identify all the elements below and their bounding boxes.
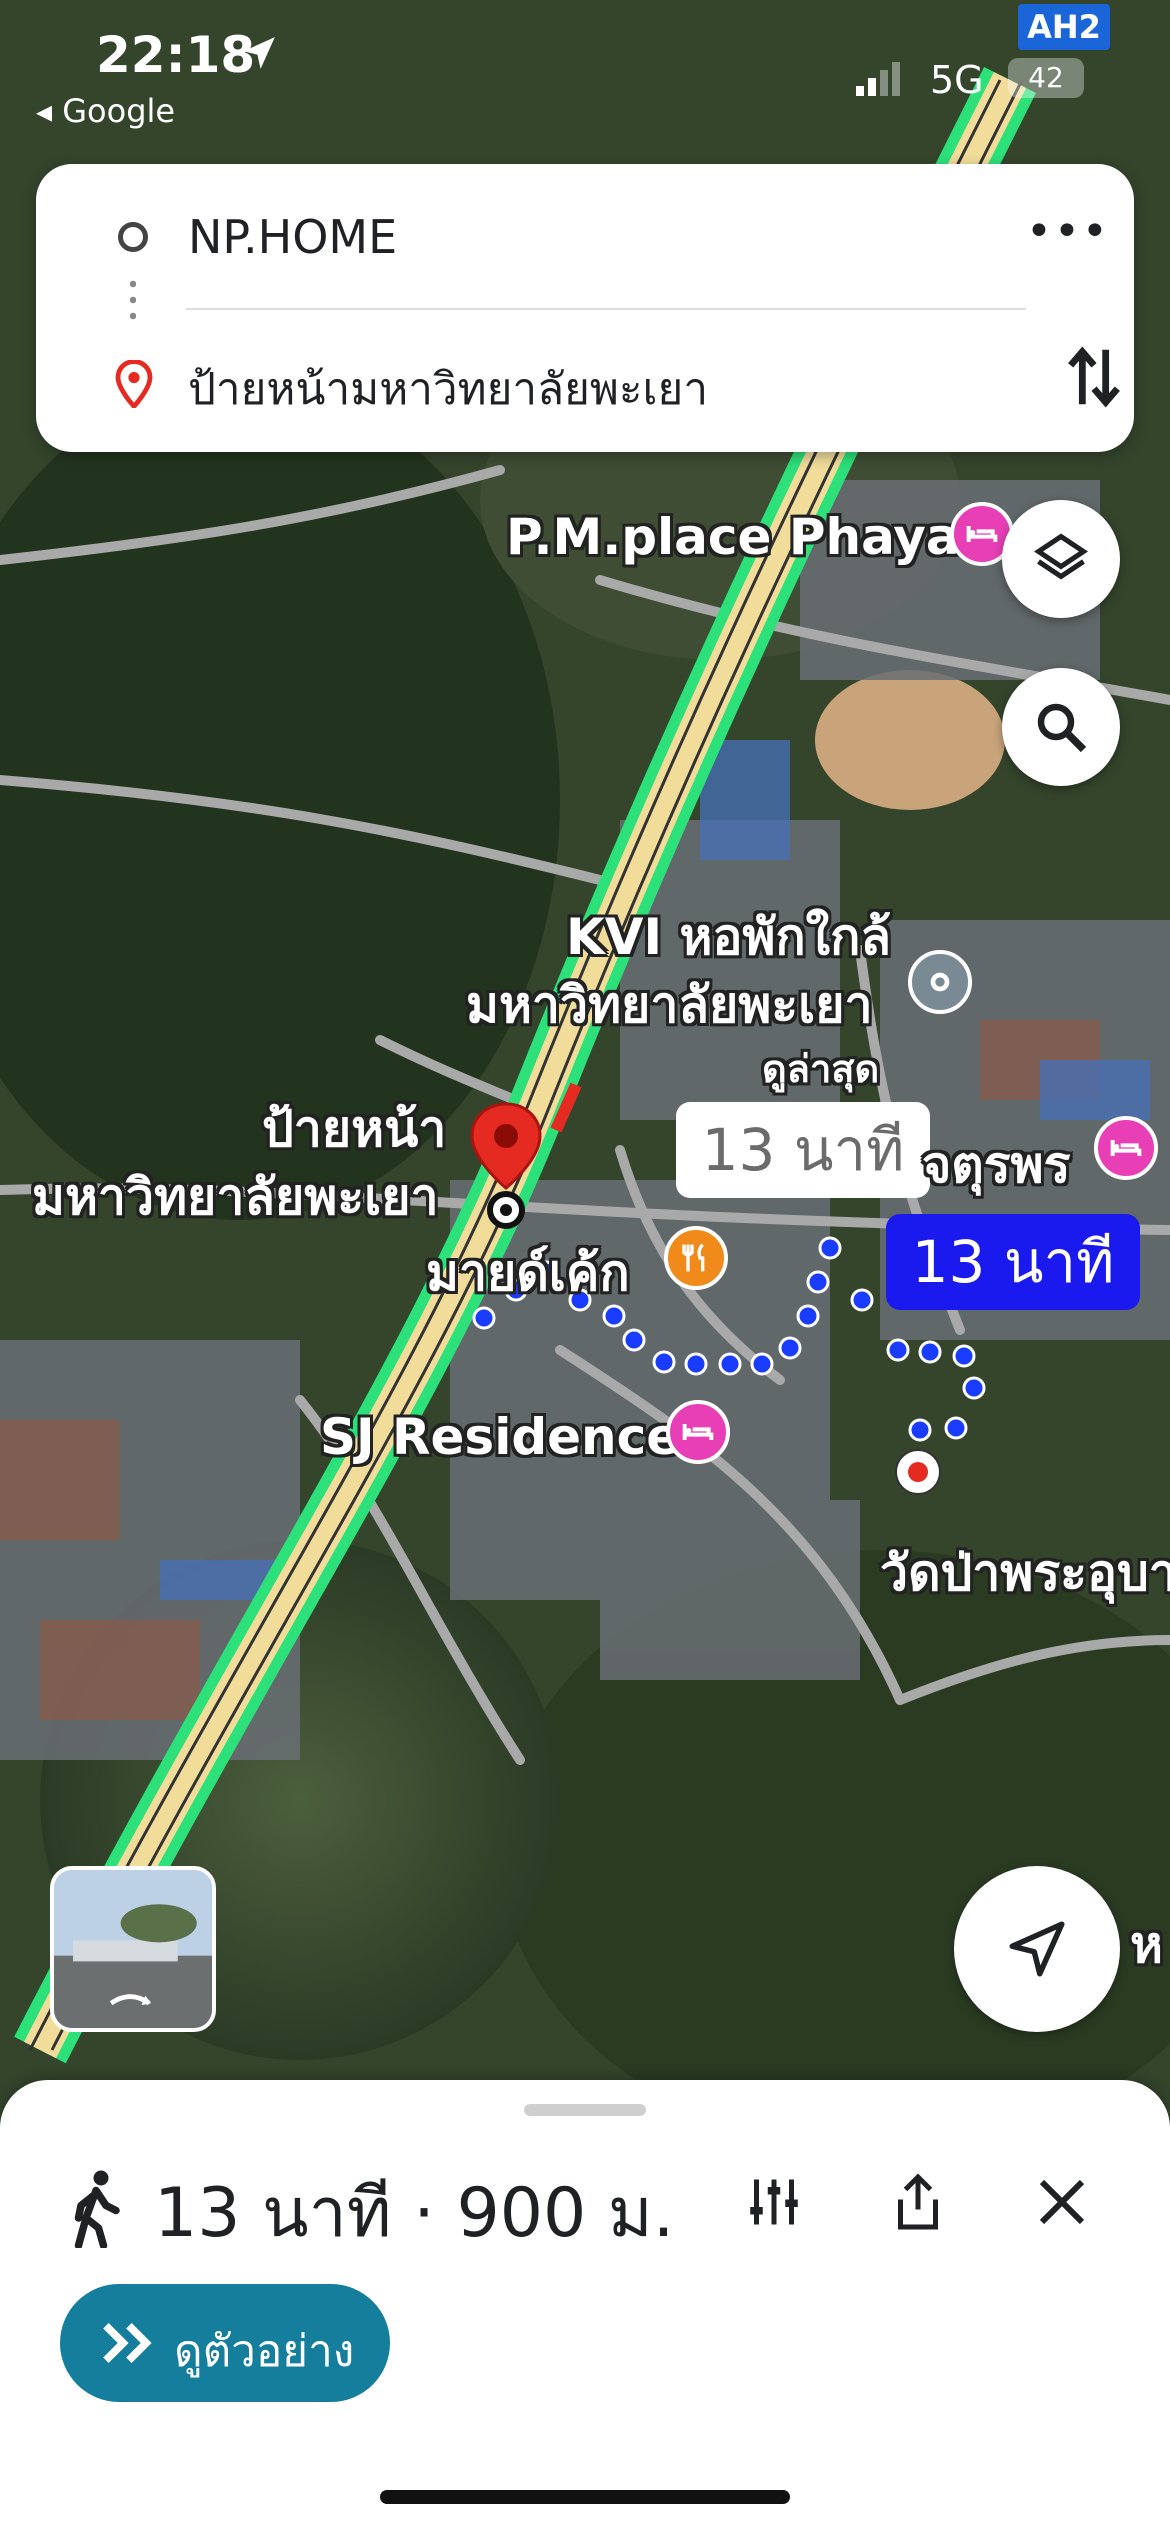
layers-icon	[1033, 533, 1089, 580]
bottom-sheet[interactable]: 13 นาที · 900 ม. ดูตัวอย่าง	[0, 2080, 1170, 2532]
route-card: NP.HOME ••• ป้ายหน้ามหาวิทยาลัยพะเยา	[36, 164, 1134, 452]
status-time: 22:18	[96, 26, 256, 84]
poi-label-sj-residence[interactable]: SJ Residence	[320, 1408, 680, 1466]
status-bar: 22:18 ◂ Google 5G 42 AH2	[0, 0, 1170, 140]
preview-button-label: ดูตัวอย่าง	[174, 2326, 355, 2377]
street-view-thumbnail[interactable]	[50, 1866, 216, 2032]
signal-icon	[856, 62, 900, 96]
route-summary: 13 นาที · 900 ม.	[154, 2174, 675, 2253]
dest-label-2[interactable]: มหาวิทยาลัยพะเยา	[32, 1158, 439, 1237]
more-icon[interactable]: •••	[1026, 206, 1110, 257]
network-type: 5G	[930, 58, 984, 102]
preview-button[interactable]: ดูตัวอย่าง	[60, 2284, 390, 2402]
poi-label-jaturaporn[interactable]: จตุรพร	[922, 1126, 1070, 1205]
locate-icon	[1009, 1921, 1065, 1977]
filter-icon[interactable]	[744, 2172, 804, 2232]
highway-shield: AH2	[1018, 4, 1110, 50]
battery-icon: 42	[1008, 58, 1084, 98]
hotel-poi-icon-3[interactable]	[666, 1400, 730, 1464]
destination-field[interactable]: ป้ายหน้ามหาวิทยาลัยพะเยา	[188, 354, 708, 424]
selected-route-time-bubble[interactable]: 13 นาที	[886, 1214, 1140, 1310]
restaurant-poi-icon[interactable]	[664, 1226, 728, 1290]
route-end-icon	[895, 1449, 941, 1495]
walk-icon	[74, 2170, 120, 2248]
double-chevron-icon	[103, 2323, 152, 2363]
destination-pin-icon	[115, 360, 153, 408]
share-icon[interactable]	[888, 2172, 948, 2232]
home-indicator[interactable]	[380, 2490, 790, 2504]
origin-field[interactable]: NP.HOME	[188, 210, 397, 264]
poi-label-mind-cake[interactable]: มายด์เค้ก	[426, 1234, 630, 1313]
close-icon[interactable]	[1032, 2172, 1092, 2232]
alt-route-time-bubble[interactable]: 13 นาที	[676, 1102, 930, 1198]
poi-label-kvi-sub: ดูล่าสุด	[762, 1047, 880, 1091]
divider	[186, 308, 1026, 310]
destination-map-pin-icon[interactable]	[466, 1100, 546, 1230]
search-icon	[1037, 703, 1087, 753]
hotel-poi-icon-2[interactable]	[1094, 1116, 1158, 1180]
back-to-app-link[interactable]: ◂ Google	[36, 92, 175, 130]
poi-label-kvi-2[interactable]: มหาวิทยาลัยพะเยา	[466, 966, 873, 1045]
recent-place-icon[interactable]	[908, 950, 972, 1014]
route-connector	[130, 276, 136, 328]
poi-label-pm-place[interactable]: P.M.place Phayao	[506, 508, 994, 566]
origin-circle-icon	[118, 222, 148, 252]
locate-button[interactable]	[954, 1866, 1120, 2032]
location-arrow-icon	[243, 37, 275, 69]
sheet-grabber[interactable]	[524, 2104, 646, 2116]
layers-button[interactable]	[1002, 500, 1120, 618]
poi-label-wat[interactable]: วัดป่าพระอุบา	[880, 1534, 1170, 1613]
search-button[interactable]	[1002, 668, 1120, 786]
edge-label: ห	[1130, 1916, 1163, 1974]
swap-icon[interactable]	[1064, 342, 1124, 412]
